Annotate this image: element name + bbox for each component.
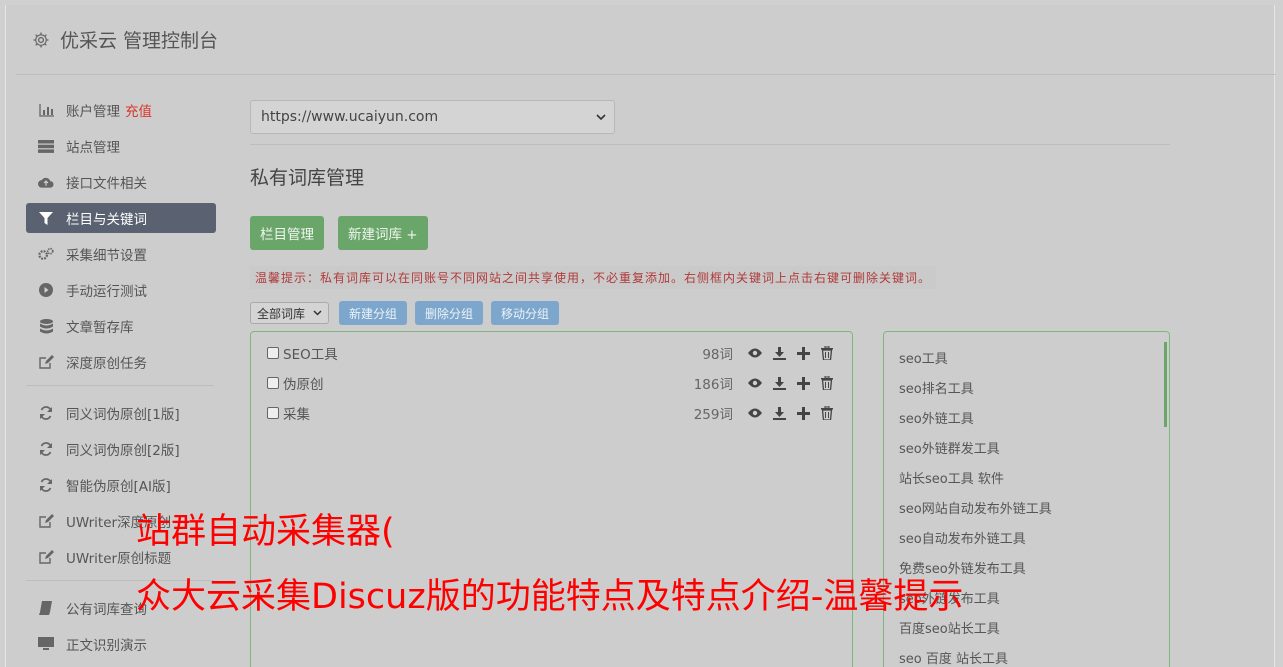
plus-icon[interactable] xyxy=(793,405,813,421)
trash-icon[interactable] xyxy=(817,345,837,361)
play-icon xyxy=(38,282,54,298)
overlay-caption-line2: 众大云采集Discuz版的功能特点及特点介绍-温馨提示 xyxy=(136,577,964,617)
sidebar-item-columns-keywords[interactable]: 栏目与关键词 xyxy=(26,203,216,233)
trash-icon[interactable] xyxy=(817,375,837,391)
library-count: 259词 xyxy=(693,407,733,423)
monitor-icon xyxy=(38,636,54,652)
sidebar-item-label: 同义词伪原创[2版] xyxy=(66,443,180,459)
sidebar-item-text-recognition[interactable]: 正文识别演示 xyxy=(26,629,216,659)
tip-text: 温馨提示：私有词库可以在同账号不同网站之间共享使用，不必重复添加。右侧框内关键词… xyxy=(250,266,937,289)
sidebar-item-manual-run[interactable]: 手动运行测试 xyxy=(26,275,216,305)
overlay-caption-line1: 站群自动采集器( xyxy=(136,512,395,552)
page-title: 私有词库管理 xyxy=(250,167,365,189)
sidebar-item-interface[interactable]: 接口文件相关 xyxy=(26,167,216,197)
sidebar-item-deep-original[interactable]: 深度原创任务 xyxy=(26,347,216,377)
download-icon[interactable] xyxy=(769,405,789,421)
keyword-item[interactable]: seo 百度 站长工具 xyxy=(899,648,1008,667)
sidebar-item-label: 智能伪原创[AI版] xyxy=(66,479,171,495)
recharge-link[interactable]: 充值 xyxy=(125,100,152,120)
library-name[interactable]: SEO工具 xyxy=(283,343,702,363)
refresh-icon xyxy=(38,477,54,493)
sidebar-item-label: 采集细节设置 xyxy=(66,248,147,264)
library-name[interactable]: 伪原创 xyxy=(283,373,694,393)
keyword-item[interactable]: seo网站自动发布外链工具 xyxy=(899,498,1052,517)
eye-icon[interactable] xyxy=(745,345,765,361)
main-content: https://www.ucaiyun.com 私有词库管理 栏目管理 新建词库… xyxy=(250,100,1170,667)
plus-icon[interactable] xyxy=(793,345,813,361)
library-checkbox[interactable] xyxy=(267,377,279,389)
keyword-item[interactable]: seo外链工具 xyxy=(899,408,974,427)
sidebar-item-label: 接口文件相关 xyxy=(66,176,147,192)
server-icon xyxy=(38,138,54,154)
library-checkbox[interactable] xyxy=(267,347,279,359)
delete-group-button[interactable]: 删除分组 xyxy=(415,301,484,325)
app-header: 优采云 管理控制台 xyxy=(16,5,1276,75)
sidebar-divider xyxy=(26,385,214,386)
trash-icon[interactable] xyxy=(817,405,837,421)
sidebar-item-label: 深度原创任务 xyxy=(66,356,147,372)
eye-icon[interactable] xyxy=(745,375,765,391)
sidebar-item-collect-settings[interactable]: 采集细节设置 xyxy=(26,239,216,269)
download-icon[interactable] xyxy=(769,345,789,361)
cloud-upload-icon xyxy=(38,174,54,190)
database-icon xyxy=(38,318,54,334)
library-name[interactable]: 采集 xyxy=(283,403,694,423)
site-select-value: https://www.ucaiyun.com xyxy=(261,109,439,125)
scrollbar[interactable] xyxy=(1164,342,1167,427)
column-manage-button[interactable]: 栏目管理 xyxy=(250,216,324,250)
gear-icon xyxy=(32,31,50,49)
site-select[interactable]: https://www.ucaiyun.com xyxy=(250,100,615,134)
book-icon xyxy=(38,600,54,616)
edit-icon xyxy=(38,354,54,370)
sidebar-item-label: 正文识别演示 xyxy=(66,638,147,654)
group-select[interactable]: 全部词库 xyxy=(250,302,330,324)
keyword-item[interactable]: 站长seo工具 软件 xyxy=(899,468,1004,487)
edit-icon xyxy=(38,549,54,565)
move-group-button[interactable]: 移动分组 xyxy=(491,301,560,325)
new-library-button[interactable]: 新建词库 + xyxy=(338,216,428,250)
sidebar-item-label: 同义词伪原创[1版] xyxy=(66,407,180,423)
keyword-item[interactable]: seo排名工具 xyxy=(899,378,974,397)
sidebar-item-synonym-v2[interactable]: 同义词伪原创[2版] xyxy=(26,434,216,464)
library-count: 98词 xyxy=(702,347,733,363)
eye-icon[interactable] xyxy=(745,405,765,421)
sidebar-item-label: 站点管理 xyxy=(66,140,120,156)
sidebar-item-label: 公有词库查询 xyxy=(66,602,147,618)
keyword-item[interactable]: seo自动发布外链工具 xyxy=(899,528,1026,547)
library-row[interactable]: 采集 259词 xyxy=(267,402,837,424)
refresh-icon xyxy=(38,441,54,457)
edit-icon xyxy=(38,513,54,529)
sidebar-item-synonym-v1[interactable]: 同义词伪原创[1版] xyxy=(26,398,216,428)
library-count: 186词 xyxy=(693,377,733,393)
sidebar-item-ai-original[interactable]: 智能伪原创[AI版] xyxy=(26,470,216,500)
keyword-item[interactable]: seo工具 xyxy=(899,348,948,367)
sidebar-item-label: 账户管理 xyxy=(66,104,120,120)
chevron-down-icon xyxy=(596,109,606,125)
library-row[interactable]: 伪原创 186词 xyxy=(267,372,837,394)
library-checkbox[interactable] xyxy=(267,407,279,419)
library-row[interactable]: SEO工具 98词 xyxy=(267,342,837,364)
sidebar-item-article-storage[interactable]: 文章暂存库 xyxy=(26,311,216,341)
bar-chart-icon xyxy=(38,102,54,118)
keyword-item[interactable]: 百度seo站长工具 xyxy=(899,618,1000,637)
sidebar-item-label: 手动运行测试 xyxy=(66,284,147,300)
action-buttons: 栏目管理 新建词库 + xyxy=(250,216,1170,250)
group-select-value: 全部词库 xyxy=(257,306,306,321)
group-toolbar: 全部词库 新建分组 删除分组 移动分组 xyxy=(250,301,1170,325)
gears-icon xyxy=(38,246,54,262)
download-icon[interactable] xyxy=(769,375,789,391)
app-title: 优采云 管理控制台 xyxy=(60,30,219,52)
new-group-button[interactable]: 新建分组 xyxy=(339,301,408,325)
plus-icon[interactable] xyxy=(793,375,813,391)
divider xyxy=(250,144,1170,145)
sidebar-item-label: 栏目与关键词 xyxy=(66,212,147,228)
refresh-icon xyxy=(38,405,54,421)
sidebar-item-label: 文章暂存库 xyxy=(66,320,134,336)
keyword-item[interactable]: seo外链群发工具 xyxy=(899,438,1000,457)
sidebar-item-account[interactable]: 账户管理 充值 xyxy=(26,95,216,125)
chevron-down-icon xyxy=(313,310,322,316)
sidebar-item-sites[interactable]: 站点管理 xyxy=(26,131,216,161)
filter-icon xyxy=(38,210,54,226)
